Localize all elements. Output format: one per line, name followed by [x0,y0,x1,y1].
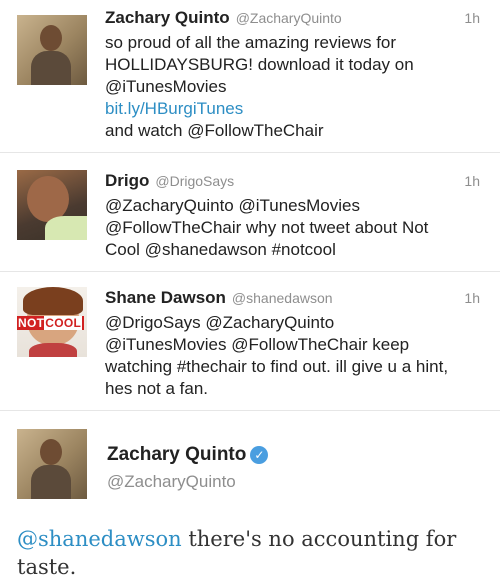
tweet-timestamp: 1h [464,290,480,306]
tweet-text-line: @DrigoSays @ZacharyQuinto [105,313,335,332]
expanded-tweet: Zachary Quinto ✓ @ZacharyQuinto @shanedaw… [0,411,500,586]
author-handle[interactable]: @ZacharyQuinto [107,472,236,492]
avatar[interactable] [17,170,87,240]
tweet-header: Drigo @DrigoSays 1h [105,171,480,195]
author-handle[interactable]: @DrigoSays [155,173,234,189]
avatar[interactable]: NOTCOOL [17,287,87,357]
tweet-text: so proud of all the amazing reviews for … [105,32,480,142]
avatar[interactable] [17,429,87,499]
tweet-text-line: @iTunesMovies [105,77,227,96]
author-handle[interactable]: @ZacharyQuinto [236,10,342,26]
tweet-text-line: Cool @shanedawson #notcool [105,240,336,259]
not-cool-badge: NOTCOOL [17,316,85,330]
tweet-text-line: @FollowTheChair why not tweet about Not [105,218,429,237]
tweet-link[interactable]: bit.ly/HBurgiTunes [105,98,480,120]
author-handle[interactable]: @shanedawson [232,290,333,306]
avatar-figure-body [31,51,71,85]
tweet-header: Zachary Quinto @ZacharyQuinto 1h [105,8,480,32]
not-cool-badge-not: NOT [18,316,45,330]
tweet-text-part: there's no accounting for [181,527,457,551]
avatar-figure-body [45,216,87,240]
tweet-drigo[interactable]: Drigo @DrigoSays 1h @ZacharyQuinto @iTune… [0,153,500,272]
avatar-figure-body [31,465,71,499]
tweet-text-line: @iTunesMovies @FollowTheChair keep [105,335,410,354]
tweet-zachary-quinto[interactable]: Zachary Quinto @ZacharyQuinto 1h so proud… [0,0,500,153]
avatar-figure-head [40,25,62,51]
verified-check-icon: ✓ [250,446,269,464]
author-name[interactable]: Zachary Quinto [107,444,246,465]
expanded-name-row: Zachary Quinto ✓ [107,444,269,466]
tweet-text-line: @ZacharyQuinto @iTunesMovies [105,196,360,215]
tweet-text-line: HOLLIDAYSBURG! download it today on [105,55,414,74]
avatar-figure-head [40,439,62,465]
expanded-tweet-text: @shanedawson there's no accounting for ta… [17,525,480,581]
author-name[interactable]: Shane Dawson [105,288,226,307]
author-name[interactable]: Drigo [105,171,149,190]
tweet-text: @ZacharyQuinto @iTunesMovies @FollowTheC… [105,195,480,261]
tweet-header: Shane Dawson @shanedawson 1h [105,288,480,312]
tweet-timestamp: 1h [464,173,480,189]
tweet-content: Zachary Quinto @ZacharyQuinto 1h so proud… [105,8,480,142]
mention-link[interactable]: @shanedawson [17,527,182,551]
tweet-text-part: taste. [17,555,77,579]
not-cool-badge-cool: COOL [44,316,83,330]
avatar-figure-body [29,343,77,357]
author-name[interactable]: Zachary Quinto [105,8,230,27]
tweet-shane-dawson[interactable]: NOTCOOL Shane Dawson @shanedawson 1h @Dri… [0,272,500,411]
tweet-text: @DrigoSays @ZacharyQuinto @iTunesMovies … [105,312,480,400]
tweet-text-line: so proud of all the amazing reviews for [105,33,397,52]
tweet-content: Drigo @DrigoSays 1h @ZacharyQuinto @iTune… [105,171,480,261]
tweet-text-line: watching #thechair to find out. ill give… [105,357,449,376]
tweet-content: Shane Dawson @shanedawson 1h @DrigoSays @… [105,288,480,400]
avatar-figure-hair [23,287,83,315]
tweet-text-line: hes not a fan. [105,379,209,398]
avatar[interactable] [17,15,87,85]
tweet-timestamp: 1h [464,10,480,26]
tweet-text-line: and watch @FollowTheChair [105,121,324,140]
